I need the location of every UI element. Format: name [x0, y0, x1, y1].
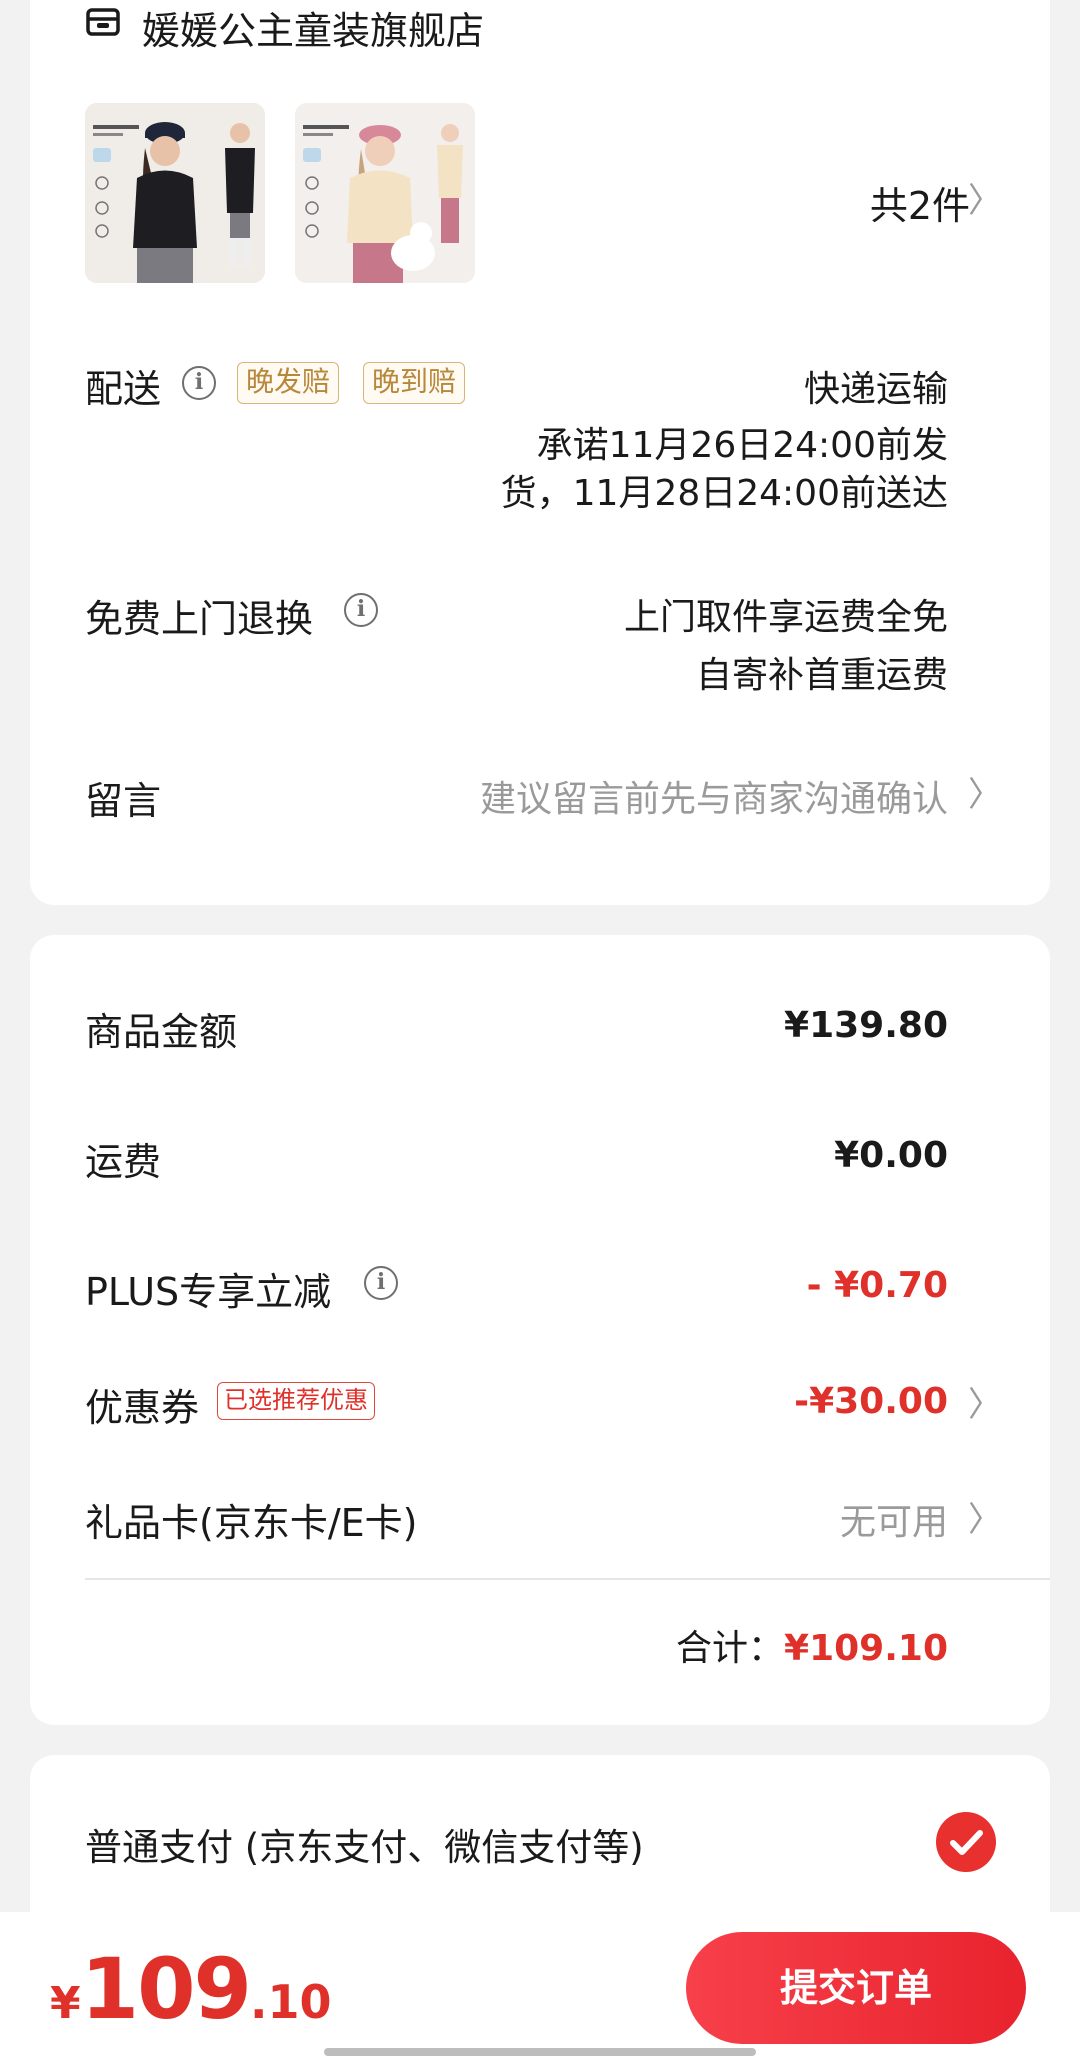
- store-name[interactable]: 媛媛公主童装旗舰店: [142, 0, 484, 55]
- total-label: 合计：: [676, 1628, 785, 1669]
- late-dispatch-tag: 晚发赔: [237, 362, 340, 404]
- message-label: 留言: [85, 779, 162, 823]
- shipping-fee: ¥0.00: [834, 1135, 948, 1176]
- product-thumb-black-jacket-icon: [85, 103, 265, 283]
- coupon-label: 优惠券: [85, 1386, 200, 1430]
- check-icon[interactable]: [936, 1812, 996, 1872]
- home-indicator: [324, 2048, 756, 2056]
- bottom-price: ¥109.10: [50, 1940, 331, 2038]
- delivery-method: 快递运输: [803, 369, 948, 410]
- giftcard-value[interactable]: 无可用: [840, 1493, 948, 1545]
- price-summary-card: 商品金额 ¥139.80 运费 ¥0.00 PLUS专享立减 i - ¥0.70…: [30, 935, 1050, 1725]
- divider: [85, 1578, 1050, 1580]
- payment-option-label[interactable]: 普通支付 (京东支付、微信支付等): [85, 1817, 644, 1871]
- price-integer: 109: [80, 1940, 252, 2038]
- shipping-label: 运费: [85, 1140, 162, 1184]
- checkmark-icon: [950, 1830, 983, 1855]
- total-value: ¥109.10: [784, 1628, 948, 1669]
- product-thumb-cream-jacket-icon: [295, 103, 475, 283]
- delivery-promise: 货，11月28日24:00前送达: [500, 473, 948, 514]
- free-return-desc: 上门取件享运费全免: [623, 597, 948, 638]
- plus-discount-value: - ¥0.70: [806, 1265, 948, 1306]
- delivery-label: 配送: [85, 367, 162, 411]
- info-icon[interactable]: i: [344, 593, 378, 627]
- currency-symbol: ¥: [50, 1978, 81, 2029]
- chevron-right-icon[interactable]: 〉: [968, 767, 1002, 816]
- chevron-right-icon[interactable]: 〉: [968, 173, 1002, 222]
- submit-order-button[interactable]: 提交订单: [686, 1932, 1026, 2044]
- info-icon[interactable]: i: [364, 1266, 398, 1300]
- product-thumb[interactable]: [295, 103, 475, 283]
- order-store-card: 媛媛公主童装旗舰店 共2件 〉 配送 i 晚发赔 晚到赔 快递运输 承诺11月2…: [30, 0, 1050, 905]
- total-row: 合计：¥109.10: [676, 1619, 948, 1671]
- store-icon: [86, 8, 120, 36]
- bottom-bar: ¥109.10 提交订单: [0, 1912, 1080, 2062]
- free-return-desc: 自寄补首重运费: [695, 655, 948, 696]
- goods-amount: ¥139.80: [784, 1005, 948, 1046]
- delivery-promise: 承诺11月26日24:00前发: [536, 425, 948, 466]
- coupon-selected-tag: 已选推荐优惠: [217, 1382, 375, 1420]
- info-icon[interactable]: i: [182, 366, 216, 400]
- chevron-right-icon[interactable]: 〉: [968, 1377, 1002, 1426]
- plus-discount-label: PLUS专享立减: [85, 1270, 332, 1314]
- price-decimal: .10: [249, 1975, 332, 2029]
- product-count[interactable]: 共2件: [870, 175, 970, 230]
- chevron-right-icon[interactable]: 〉: [968, 1492, 1002, 1541]
- goods-amount-label: 商品金额: [85, 1010, 238, 1054]
- giftcard-label: 礼品卡(京东卡/E卡): [85, 1501, 418, 1545]
- product-thumb[interactable]: [85, 103, 265, 283]
- free-return-label: 免费上门退换: [85, 597, 314, 641]
- late-arrival-tag: 晚到赔: [363, 362, 466, 404]
- message-input[interactable]: 建议留言前先与商家沟通确认: [480, 770, 948, 822]
- coupon-value[interactable]: -¥30.00: [794, 1381, 948, 1422]
